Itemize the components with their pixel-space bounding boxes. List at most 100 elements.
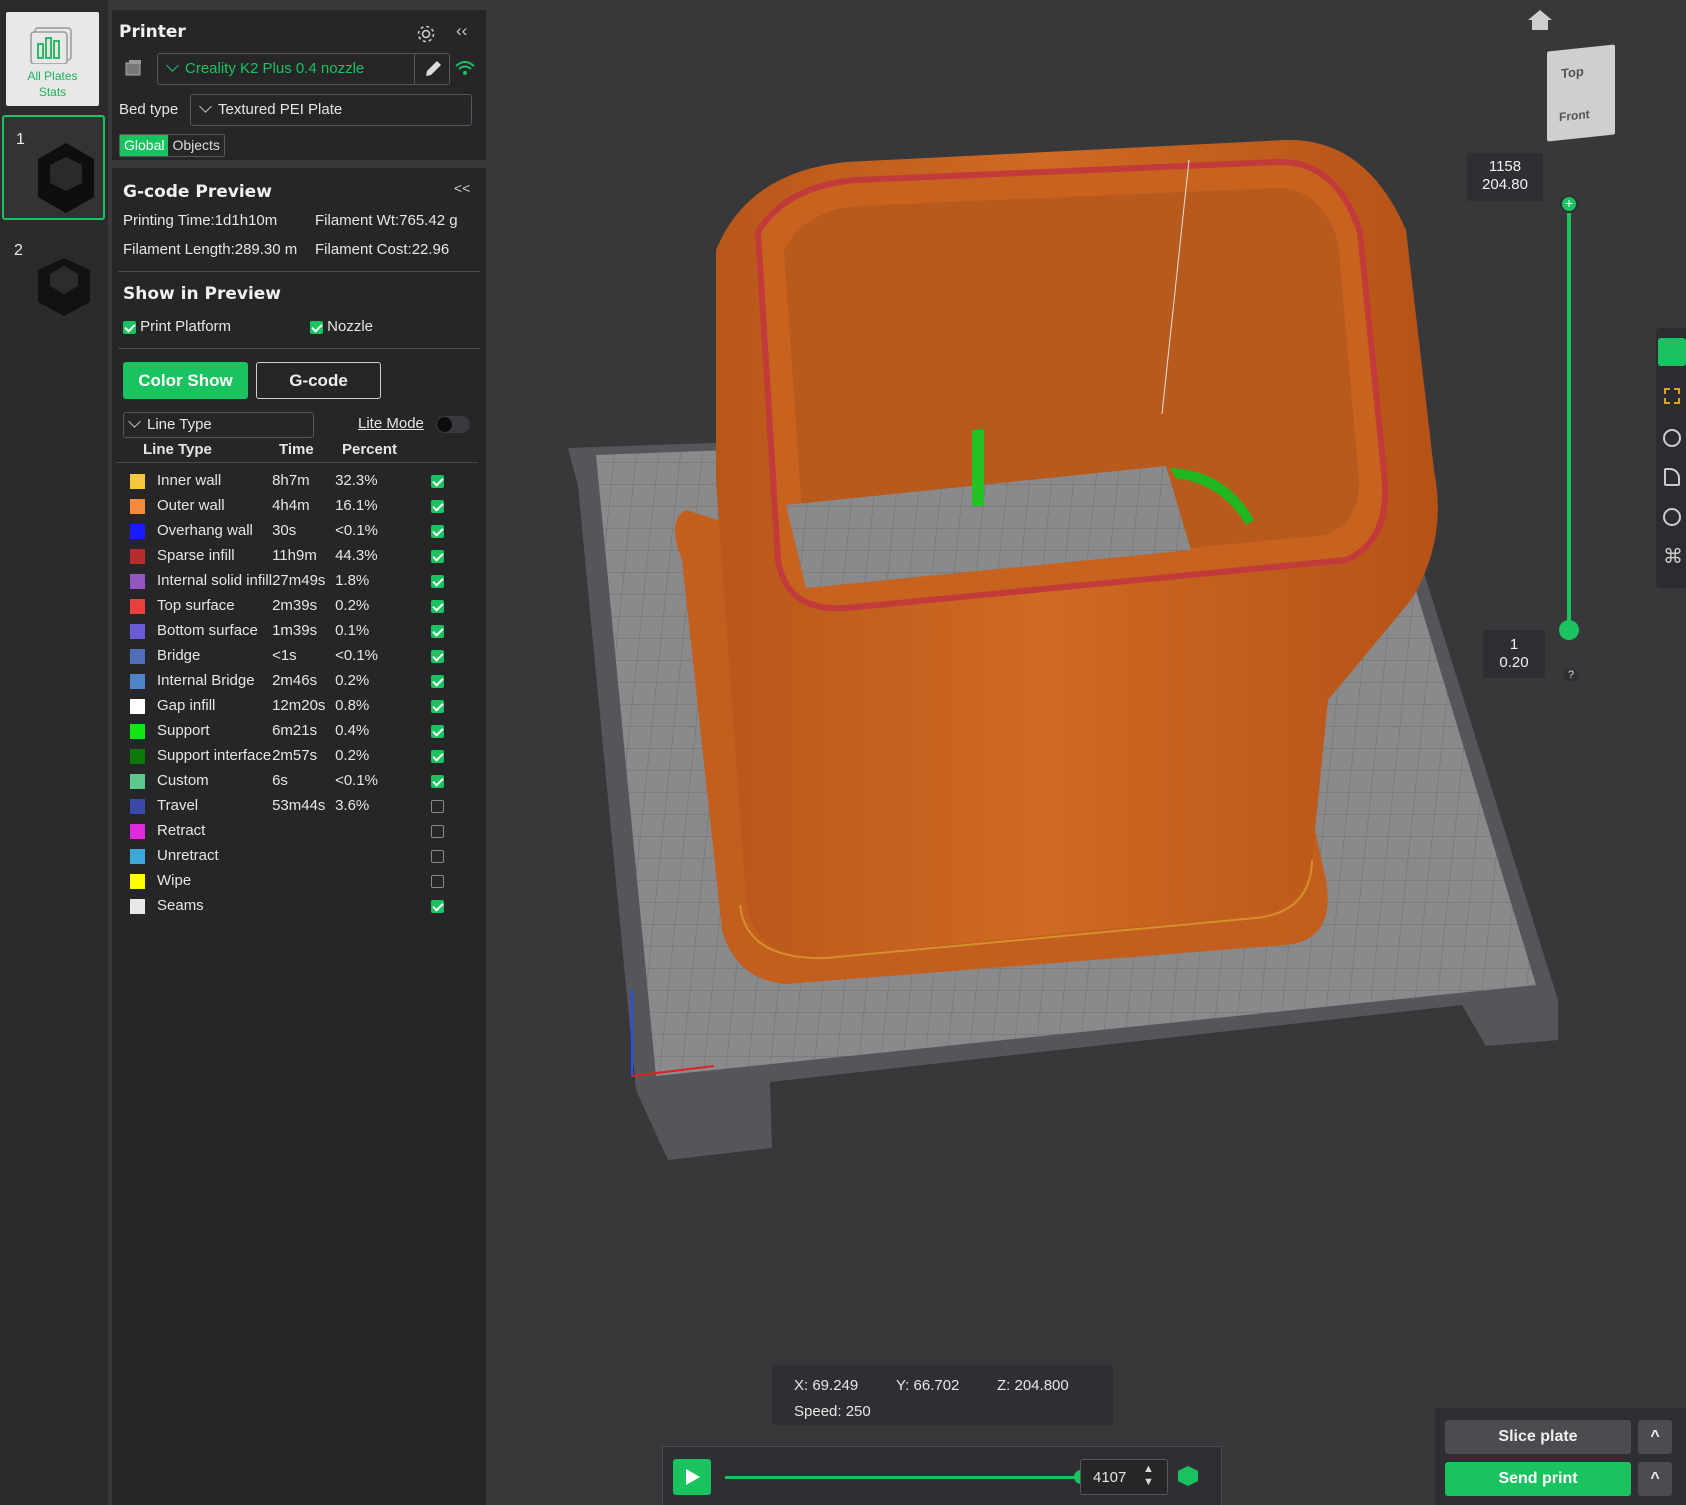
line-percent: 0.2% bbox=[335, 672, 370, 689]
stats-icon bbox=[29, 27, 72, 65]
gcode-3d-preview bbox=[568, 139, 1558, 1160]
all-plates-label: All Plates bbox=[27, 69, 78, 83]
line-visibility-checkbox[interactable] bbox=[431, 474, 445, 488]
speed-icon[interactable] bbox=[1663, 429, 1681, 447]
bottom-layer-number: 1 bbox=[1509, 636, 1519, 653]
plate-thumbnails-column: All Plates Stats 1 2 bbox=[0, 0, 108, 1505]
line-visibility-checkbox[interactable] bbox=[431, 749, 445, 763]
layer-slider-bottom-handle[interactable] bbox=[1559, 620, 1579, 640]
collapse-sidebar-icon[interactable]: ‹‹ bbox=[456, 21, 467, 41]
line-visibility-checkbox[interactable] bbox=[431, 549, 445, 563]
line-time bbox=[272, 868, 335, 893]
line-time: 11h9m bbox=[272, 547, 317, 564]
wifi-icon[interactable] bbox=[454, 58, 476, 78]
line-type-name: Support bbox=[157, 722, 210, 739]
move-value: 4107 bbox=[1093, 1469, 1127, 1486]
layers-icon[interactable] bbox=[1178, 1466, 1198, 1486]
view-cube-top-label: Top bbox=[1561, 63, 1584, 82]
top-layer-number: 1158 bbox=[1488, 158, 1522, 175]
gear-icon[interactable] bbox=[415, 23, 437, 45]
print-platform-toggle[interactable]: Print Platform bbox=[123, 318, 231, 335]
line-visibility-checkbox[interactable] bbox=[431, 899, 445, 913]
move-slider-fill bbox=[725, 1476, 1081, 1479]
move-slider-track[interactable] bbox=[725, 1470, 1088, 1484]
table-row: Bridge <1s <0.1% bbox=[116, 643, 445, 668]
3d-viewport[interactable]: Top Front 1158 204.80 + 1 0.20 ? ⌘ X: 69… bbox=[486, 0, 1686, 1505]
nozzle-toggle[interactable]: Nozzle bbox=[310, 318, 373, 335]
line-visibility-checkbox[interactable] bbox=[431, 674, 445, 688]
table-row: Unretract bbox=[116, 843, 445, 868]
spinner-arrows-icon[interactable]: ▲ ▼ bbox=[1143, 1463, 1154, 1489]
line-percent bbox=[335, 843, 431, 868]
line-time: 12m20s bbox=[272, 697, 326, 714]
view-type-select[interactable]: Line Type bbox=[123, 412, 314, 438]
line-color-swatch bbox=[130, 623, 145, 639]
line-visibility-checkbox[interactable] bbox=[431, 849, 445, 863]
layer-slider-track[interactable] bbox=[1567, 204, 1571, 630]
lite-mode-toggle[interactable] bbox=[436, 416, 470, 433]
coord-x: X: 69.249 bbox=[794, 1377, 859, 1394]
table-row: Inner wall 8h7m 32.3% bbox=[116, 468, 445, 493]
move-value-spinner[interactable]: 4107 ▲ ▼ bbox=[1080, 1459, 1168, 1495]
select-icon[interactable] bbox=[1664, 388, 1680, 404]
printer-select[interactable]: Creality K2 Plus 0.4 nozzle bbox=[157, 53, 427, 85]
line-visibility-checkbox[interactable] bbox=[431, 649, 445, 663]
line-visibility-checkbox[interactable] bbox=[431, 499, 445, 513]
line-time: <1s bbox=[272, 647, 297, 664]
settings-icon[interactable] bbox=[1663, 508, 1681, 526]
printing-time: Printing Time:1d1h10m bbox=[123, 212, 278, 229]
line-color-swatch bbox=[130, 473, 145, 489]
layer-slider-top-handle[interactable]: + bbox=[1560, 195, 1578, 213]
line-percent: 0.8% bbox=[335, 697, 370, 714]
line-type-name: Bottom surface bbox=[157, 622, 258, 639]
layer-slider-top-label: 1158 204.80 bbox=[1467, 153, 1543, 201]
table-row: Bottom surface 1m39s 0.1% bbox=[116, 618, 445, 643]
bed-type-select[interactable]: Textured PEI Plate bbox=[190, 94, 472, 126]
color-show-button[interactable]: Color Show bbox=[123, 362, 248, 399]
column-header-time: Time bbox=[279, 441, 314, 458]
line-visibility-checkbox[interactable] bbox=[431, 774, 445, 788]
legend-icon[interactable] bbox=[1658, 338, 1686, 366]
slice-plate-button[interactable]: Slice plate bbox=[1445, 1420, 1631, 1454]
gcode-view-button[interactable]: G-code bbox=[256, 362, 381, 399]
line-color-swatch bbox=[130, 723, 145, 739]
view-cube[interactable]: Top Front bbox=[1547, 44, 1615, 142]
line-color-swatch bbox=[130, 673, 145, 689]
position-readout: X: 69.249 Y: 66.702 Z: 204.800 Speed: 25… bbox=[772, 1365, 1113, 1425]
send-options-button[interactable]: ^ bbox=[1638, 1462, 1672, 1496]
line-visibility-checkbox[interactable] bbox=[431, 874, 445, 888]
edit-printer-button[interactable] bbox=[414, 53, 450, 85]
plate-1-thumbnail[interactable]: 1 bbox=[2, 115, 105, 220]
printer-name: Creality K2 Plus 0.4 nozzle bbox=[185, 60, 365, 77]
line-percent: 0.1% bbox=[335, 622, 370, 639]
play-button[interactable] bbox=[673, 1459, 711, 1495]
line-type-table: Inner wall 8h7m 32.3% Outer wall 4h4m 16.1% Ov… bbox=[116, 468, 445, 918]
command-icon[interactable]: ⌘ bbox=[1663, 547, 1683, 567]
plate-1-preview-image bbox=[38, 143, 94, 213]
line-visibility-checkbox[interactable] bbox=[431, 599, 445, 613]
home-view-icon[interactable] bbox=[1527, 8, 1553, 32]
toggle-knob bbox=[437, 417, 452, 432]
view-cube-front-label: Front bbox=[1559, 107, 1590, 125]
tab-objects[interactable]: Objects bbox=[168, 135, 223, 156]
line-visibility-checkbox[interactable] bbox=[431, 799, 445, 813]
line-visibility-checkbox[interactable] bbox=[431, 574, 445, 588]
line-visibility-checkbox[interactable] bbox=[431, 624, 445, 638]
line-visibility-checkbox[interactable] bbox=[431, 524, 445, 538]
line-type-name: Inner wall bbox=[157, 472, 222, 489]
slice-options-button[interactable]: ^ bbox=[1638, 1420, 1672, 1454]
line-visibility-checkbox[interactable] bbox=[431, 724, 445, 738]
plate-number: 1 bbox=[16, 131, 25, 148]
line-visibility-checkbox[interactable] bbox=[431, 699, 445, 713]
plate-2-thumbnail[interactable]: 2 bbox=[2, 228, 105, 333]
tab-global[interactable]: Global bbox=[120, 135, 169, 156]
collapse-gcode-button[interactable]: << bbox=[454, 180, 470, 196]
all-plates-stats-button[interactable]: All Plates Stats bbox=[6, 12, 99, 106]
top-layer-height: 204.80 bbox=[1482, 176, 1528, 193]
send-print-button[interactable]: Send print bbox=[1445, 1462, 1631, 1496]
layer-help-button[interactable]: ? bbox=[1564, 668, 1578, 682]
table-row: Support interface 2m57s 0.2% bbox=[116, 743, 445, 768]
plate-2-preview-image bbox=[38, 258, 90, 316]
line-visibility-checkbox[interactable] bbox=[431, 824, 445, 838]
measure-icon[interactable] bbox=[1664, 468, 1680, 486]
